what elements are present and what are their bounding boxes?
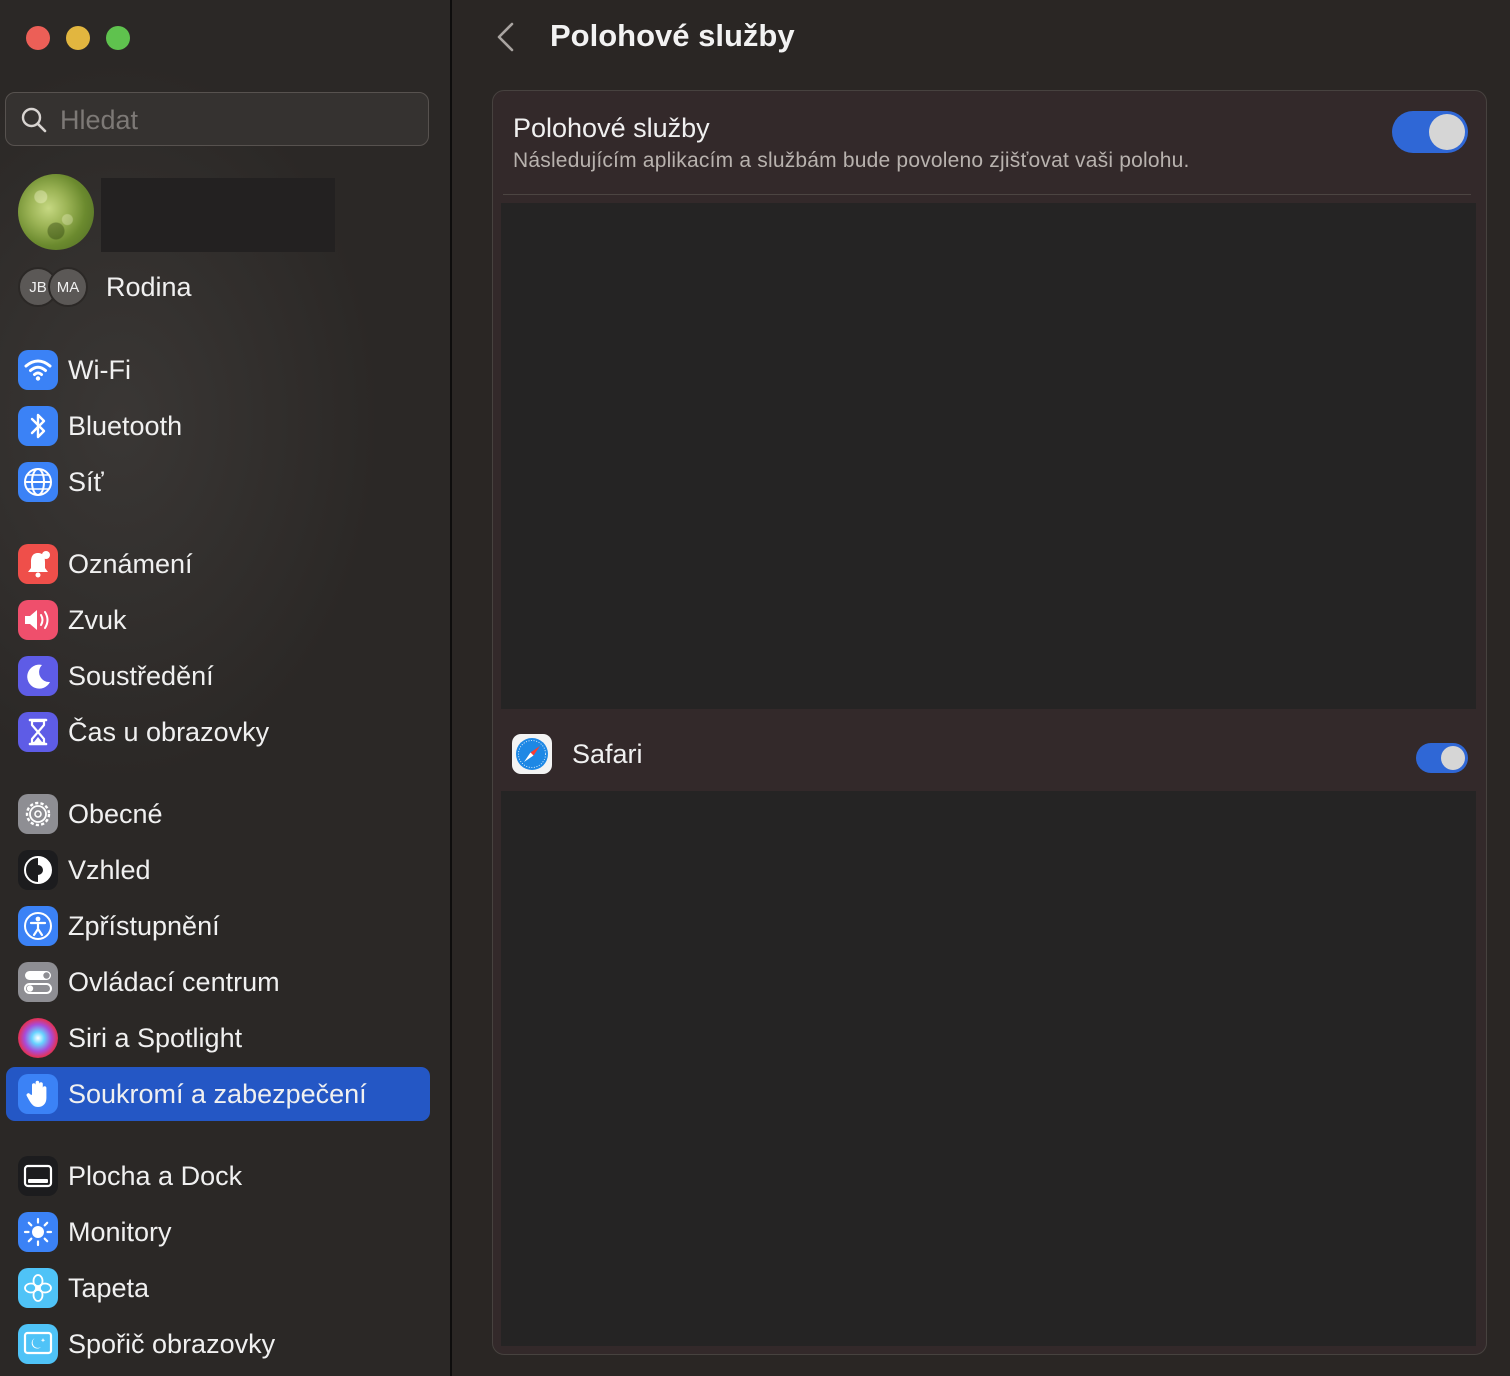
sidebar-item-screen-time[interactable]: Čas u obrazovky (6, 705, 430, 759)
moon-icon (18, 656, 58, 696)
app-name-safari: Safari (572, 739, 643, 769)
search-icon (21, 107, 47, 133)
hand-icon (18, 1074, 58, 1114)
sidebar-item-desktop-dock[interactable]: Plocha a Dock (6, 1149, 430, 1203)
sidebar-item-privacy-security[interactable]: Soukromí a zabezpečení (6, 1067, 430, 1121)
sidebar-item-bluetooth[interactable]: Bluetooth (6, 399, 430, 453)
window-controls (26, 26, 130, 50)
sidebar-item-label: Čas u obrazovky (68, 717, 270, 747)
sidebar-item-label: Síť (68, 467, 104, 497)
sidebar-item-focus[interactable]: Soustředění (6, 649, 430, 703)
family-row[interactable]: JB MA Rodina (18, 266, 192, 308)
back-chevron-icon[interactable] (492, 22, 522, 52)
sidebar-item-wallpaper[interactable]: Tapeta (6, 1261, 430, 1315)
divider (503, 194, 1471, 195)
redacted-app-list (501, 791, 1476, 1346)
toggle-knob (1429, 114, 1465, 150)
sidebar-item-screensaver[interactable]: Spořič obrazovky (6, 1317, 430, 1371)
wifi-icon (18, 350, 58, 390)
sidebar-item-network[interactable]: Síť (6, 455, 430, 509)
safari-icon (512, 734, 552, 774)
page-title: Polohové služby (550, 18, 795, 53)
sun-icon (18, 1212, 58, 1252)
safari-location-toggle[interactable] (1416, 743, 1468, 773)
account-name-redacted[interactable] (101, 178, 335, 252)
sidebar-item-label: Zvuk (68, 605, 127, 635)
sidebar-item-accessibility[interactable]: Zpřístupnění (6, 899, 430, 953)
hourglass-icon (18, 712, 58, 752)
minimize-button[interactable] (66, 26, 90, 50)
sidebar-item-notifications[interactable]: Oznámení (6, 537, 430, 591)
redacted-app-list (501, 203, 1476, 709)
globe-icon (18, 462, 58, 502)
flower-icon (18, 1268, 58, 1308)
sidebar-item-sound[interactable]: Zvuk (6, 593, 430, 647)
zoom-button[interactable] (106, 26, 130, 50)
sidebar-item-label: Ovládací centrum (68, 967, 280, 997)
sidebar-item-label: Soustředění (68, 661, 214, 691)
sidebar-item-wifi[interactable]: Wi-Fi (6, 343, 430, 397)
siri-icon (18, 1018, 58, 1058)
close-button[interactable] (26, 26, 50, 50)
sidebar-item-label: Obecné (68, 799, 163, 829)
sidebar-item-label: Tapeta (68, 1273, 150, 1303)
control-center-icon (18, 962, 58, 1002)
sidebar-item-label: Oznámení (68, 549, 193, 579)
sidebar-item-appearance[interactable]: Vzhled (6, 843, 430, 897)
sidebar-item-general[interactable]: Obecné (6, 787, 430, 841)
sidebar-item-label: Plocha a Dock (68, 1161, 243, 1191)
location-services-panel: Polohové služby Následujícím aplikacím a… (492, 90, 1487, 1355)
search-input[interactable] (58, 101, 412, 139)
sidebar-item-label: Soukromí a zabezpečení (68, 1079, 367, 1109)
screensaver-icon (18, 1324, 58, 1364)
accessibility-icon (18, 906, 58, 946)
appearance-icon (18, 850, 58, 890)
gear-icon (18, 794, 58, 834)
location-services-toggle[interactable] (1392, 111, 1468, 153)
search-field[interactable] (5, 92, 429, 146)
sidebar-item-label: Bluetooth (68, 411, 183, 441)
bell-icon (18, 544, 58, 584)
sidebar-item-label: Vzhled (68, 855, 151, 885)
speaker-icon (18, 600, 58, 640)
location-services-title: Polohové služby (513, 113, 710, 143)
family-avatar: MA (48, 267, 88, 307)
location-services-description: Následujícím aplikacím a službám bude po… (513, 149, 1190, 172)
sidebar-item-siri-spotlight[interactable]: Siri a Spotlight (6, 1011, 430, 1065)
sidebar: JB MA Rodina Wi-Fi Bluetooth (0, 0, 452, 1376)
sidebar-item-label: Wi-Fi (68, 355, 131, 385)
avatar[interactable] (18, 174, 94, 250)
sidebar-item-label: Spořič obrazovky (68, 1329, 276, 1359)
sidebar-item-control-center[interactable]: Ovládací centrum (6, 955, 430, 1009)
sidebar-item-displays[interactable]: Monitory (6, 1205, 430, 1259)
toggle-knob (1441, 746, 1465, 770)
family-label: Rodina (106, 271, 192, 302)
sidebar-item-label: Zpřístupnění (68, 911, 220, 941)
sidebar-item-label: Monitory (68, 1217, 172, 1247)
dock-icon (18, 1156, 58, 1196)
sidebar-item-label: Siri a Spotlight (68, 1023, 243, 1053)
bluetooth-icon (18, 406, 58, 446)
